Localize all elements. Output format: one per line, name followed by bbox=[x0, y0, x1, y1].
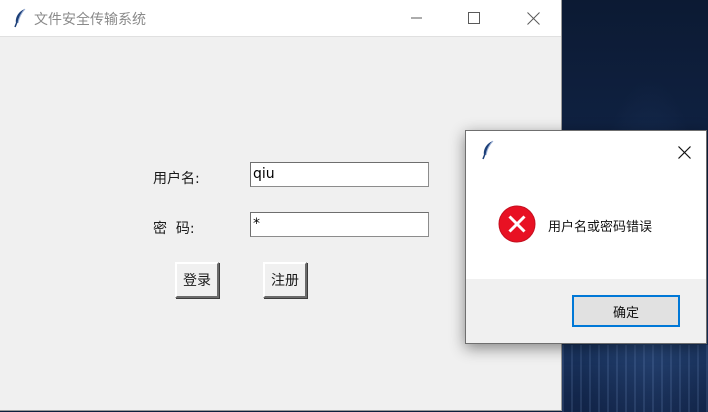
error-message: 用户名或密码错误 bbox=[548, 220, 653, 235]
minimize-button[interactable] bbox=[394, 0, 440, 36]
close-icon bbox=[677, 145, 691, 159]
username-input[interactable]: qiu bbox=[250, 162, 429, 187]
password-input[interactable]: * bbox=[250, 212, 429, 237]
maximize-icon bbox=[468, 12, 480, 24]
close-icon bbox=[526, 11, 540, 25]
password-label: 密 码: bbox=[153, 221, 195, 237]
main-titlebar[interactable]: 文件安全传输系统 bbox=[0, 0, 561, 37]
username-label: 用户名: bbox=[153, 171, 200, 187]
desktop-city-lights bbox=[562, 345, 708, 412]
minimize-icon bbox=[411, 17, 422, 19]
close-button[interactable] bbox=[510, 0, 556, 36]
login-button[interactable]: 登录 bbox=[175, 262, 219, 298]
register-button[interactable]: 注册 bbox=[263, 262, 307, 298]
feather-icon bbox=[14, 8, 26, 28]
feather-icon bbox=[482, 140, 494, 160]
dialog-close-button[interactable] bbox=[666, 137, 702, 167]
error-icon bbox=[498, 205, 536, 243]
error-dialog: 用户名或密码错误 确定 bbox=[465, 130, 707, 344]
window-title: 文件安全传输系统 bbox=[34, 12, 146, 28]
dialog-footer: 确定 bbox=[466, 279, 706, 343]
ok-button[interactable]: 确定 bbox=[572, 295, 680, 327]
maximize-button[interactable] bbox=[451, 0, 497, 36]
